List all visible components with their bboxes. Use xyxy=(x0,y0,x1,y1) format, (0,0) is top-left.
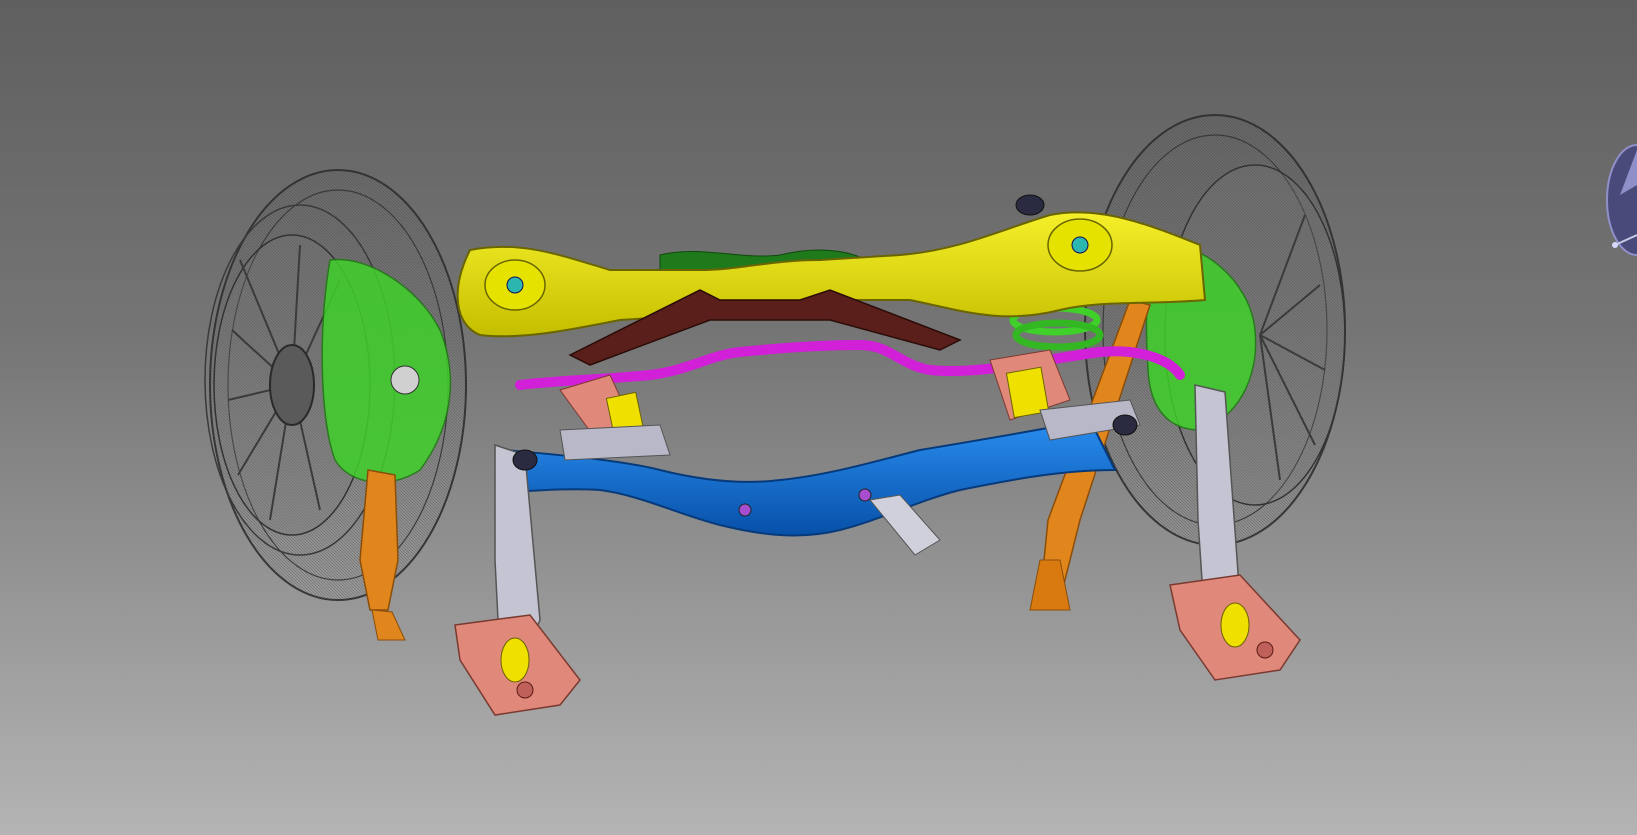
compass-icon[interactable] xyxy=(1600,125,1637,275)
lateral-link-left[interactable] xyxy=(559,424,671,461)
spring-seat-left[interactable] xyxy=(454,614,581,716)
spring-seat-right[interactable] xyxy=(1169,574,1301,681)
bracket-center[interactable] xyxy=(869,494,941,556)
3d-viewport[interactable] xyxy=(0,0,1637,835)
suspension-model[interactable] xyxy=(0,0,1637,835)
